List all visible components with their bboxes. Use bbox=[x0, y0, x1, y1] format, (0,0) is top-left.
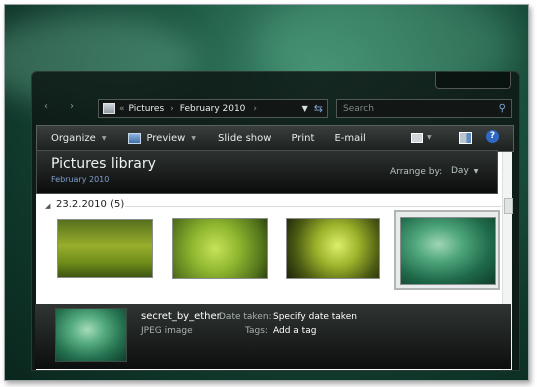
scrollbar-thumb[interactable] bbox=[504, 198, 513, 214]
tags-label: Tags: bbox=[245, 326, 268, 336]
date-taken-value[interactable]: Specify date taken bbox=[273, 312, 357, 322]
photo-thumbnail[interactable] bbox=[172, 218, 268, 279]
preview-label: Preview bbox=[146, 133, 186, 144]
chevron-down-icon: ▼ bbox=[191, 135, 196, 142]
organize-button[interactable]: Organize ▼ bbox=[51, 133, 106, 144]
photo-thumbnail[interactable] bbox=[286, 218, 380, 279]
command-bar: Organize ▼ Preview ▼ Slide show Print E-… bbox=[36, 125, 514, 152]
help-icon[interactable]: ? bbox=[486, 130, 499, 143]
print-button[interactable]: Print bbox=[291, 133, 314, 144]
details-filename: secret_by_ether bbox=[141, 311, 221, 322]
library-header: Pictures library February 2010 Arrange b… bbox=[36, 150, 498, 194]
window-controls[interactable] bbox=[435, 72, 511, 89]
arrange-by-value: Day bbox=[451, 166, 469, 176]
photo-thumbnail-selected[interactable] bbox=[400, 217, 496, 285]
search-box[interactable]: Search ⚲ bbox=[336, 99, 512, 118]
breadcrumb-overflow-icon[interactable]: « bbox=[119, 104, 125, 114]
group-collapse-icon[interactable]: ◢ bbox=[45, 202, 50, 210]
preview-button[interactable]: Preview ▼ bbox=[128, 133, 196, 144]
desktop-background: ‹ › « Pictures › February 2010 › ▼ ⇆ Sea… bbox=[4, 4, 529, 381]
email-label: E-mail bbox=[334, 133, 366, 144]
tags-value[interactable]: Add a tag bbox=[273, 326, 316, 336]
search-input[interactable]: Search bbox=[343, 104, 374, 114]
chevron-down-icon: ▼ bbox=[101, 135, 107, 142]
address-dropdown-icon[interactable]: ▼ bbox=[302, 104, 308, 113]
address-bar[interactable]: « Pictures › February 2010 › ▼ ⇆ bbox=[98, 99, 328, 118]
preview-pane-icon[interactable] bbox=[459, 132, 472, 144]
preview-icon bbox=[128, 133, 142, 144]
breadcrumb-february-2010[interactable]: February 2010 bbox=[180, 104, 246, 114]
arrange-by-dropdown[interactable]: Day ▼ bbox=[451, 166, 478, 176]
chevron-down-icon: ▼ bbox=[473, 167, 479, 175]
email-button[interactable]: E-mail bbox=[334, 133, 365, 144]
back-button[interactable]: ‹ bbox=[44, 101, 48, 112]
organize-label: Organize bbox=[51, 133, 96, 144]
print-label: Print bbox=[291, 133, 315, 144]
view-options-icon[interactable] bbox=[411, 133, 423, 143]
forward-button[interactable]: › bbox=[70, 101, 74, 112]
details-filetype: JPEG image bbox=[141, 326, 193, 336]
selected-thumbnail-frame[interactable] bbox=[394, 210, 500, 290]
search-icon[interactable]: ⚲ bbox=[499, 103, 506, 114]
view-chevron-icon[interactable]: ▼ bbox=[427, 134, 432, 141]
photo-thumbnail[interactable] bbox=[57, 219, 153, 278]
breadcrumb-separator-icon: › bbox=[170, 103, 174, 114]
breadcrumb-dropdown-icon[interactable]: › bbox=[253, 104, 257, 114]
group-header[interactable]: 23.2.2010 (5) bbox=[56, 199, 124, 210]
details-pane: secret_by_ether JPEG image Date taken: S… bbox=[35, 304, 511, 369]
date-taken-label: Date taken: bbox=[219, 312, 272, 322]
arrange-by-label: Arrange by: bbox=[390, 167, 443, 177]
library-title: Pictures library bbox=[51, 156, 156, 172]
group-divider bbox=[125, 206, 501, 207]
library-subtitle[interactable]: February 2010 bbox=[51, 175, 109, 184]
slideshow-button[interactable]: Slide show bbox=[218, 133, 271, 144]
details-thumbnail bbox=[55, 308, 127, 362]
slideshow-label: Slide show bbox=[218, 133, 272, 144]
breadcrumb-pictures[interactable]: Pictures bbox=[129, 104, 165, 114]
refresh-icon[interactable]: ⇆ bbox=[314, 102, 323, 115]
folder-icon bbox=[103, 103, 115, 114]
